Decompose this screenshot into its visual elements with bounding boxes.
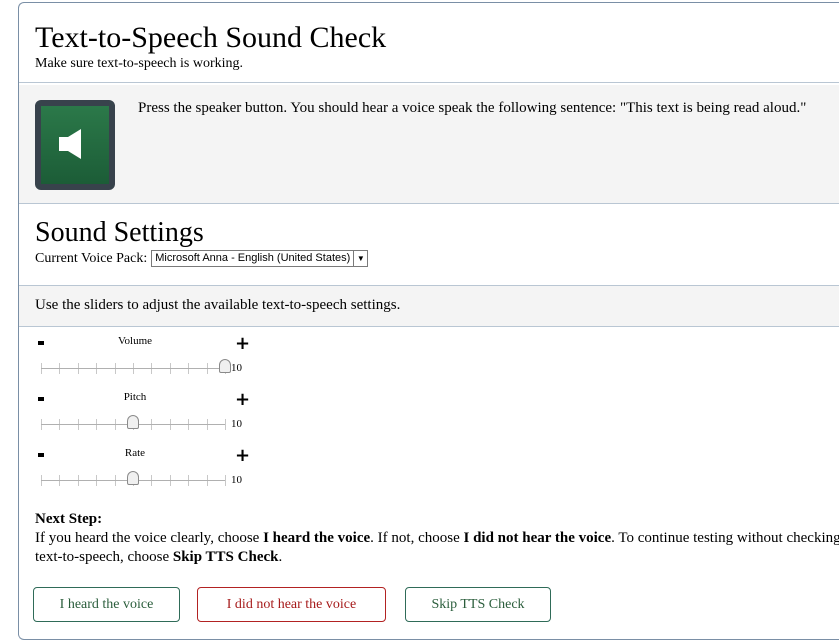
speaker-icon xyxy=(59,129,81,159)
volume-increase-button[interactable]: + xyxy=(235,335,250,353)
speaker-panel: Press the speaker button. You should hea… xyxy=(19,85,839,204)
pitch-slider-thumb[interactable] xyxy=(127,415,139,429)
volume-slider-track[interactable] xyxy=(41,368,225,369)
sound-check-panel: Text-to-Speech Sound Check Make sure tex… xyxy=(18,2,839,640)
next-step-section: Next Step: If you heard the voice clearl… xyxy=(35,510,839,567)
next-step-text-part: . xyxy=(278,549,283,565)
volume-value: 10 xyxy=(231,362,242,374)
voice-pack-value: Microsoft Anna - English (United States) xyxy=(155,252,351,264)
page-subtitle: Make sure text-to-speech is working. xyxy=(35,56,243,71)
slider-instructions: Use the sliders to adjust the available … xyxy=(35,297,401,313)
slider-instructions-band: Use the sliders to adjust the available … xyxy=(19,285,839,327)
next-step-not-heard-ref: I did not hear the voice xyxy=(463,530,612,546)
sound-settings-section: Sound Settings Current Voice Pack: Micro… xyxy=(35,217,369,267)
next-step-heading: Next Step: xyxy=(35,511,103,527)
pitch-slider-group: Pitch + 10 xyxy=(35,391,255,441)
heard-voice-button[interactable]: I heard the voice xyxy=(33,587,180,622)
slider-tick xyxy=(225,419,226,430)
page-title: Text-to-Speech Sound Check xyxy=(35,21,387,54)
pitch-increase-button[interactable]: + xyxy=(235,391,250,409)
next-step-heard-ref: I heard the voice xyxy=(263,530,371,546)
skip-tts-button[interactable]: Skip TTS Check xyxy=(405,587,551,622)
rate-label: Rate xyxy=(124,447,146,459)
not-heard-voice-button[interactable]: I did not hear the voice xyxy=(197,587,386,622)
speaker-instruction: Press the speaker button. You should hea… xyxy=(138,100,807,116)
rate-slider-thumb[interactable] xyxy=(127,471,139,485)
rate-slider-group: Rate + 10 xyxy=(35,447,255,497)
next-step-text: If you heard the voice clearly, choose I… xyxy=(35,529,839,567)
pitch-value: 10 xyxy=(231,418,242,430)
speaker-button[interactable] xyxy=(35,100,115,190)
next-step-text-part: . If not, choose xyxy=(370,530,464,546)
rate-increase-button[interactable]: + xyxy=(235,447,250,465)
page-header: Text-to-Speech Sound Check Make sure tex… xyxy=(19,3,839,83)
sound-settings-title: Sound Settings xyxy=(35,217,204,248)
voice-pack-row: Current Voice Pack: Microsoft Anna - Eng… xyxy=(35,250,369,267)
next-step-text-part: If you heard the voice clearly, choose xyxy=(35,530,264,546)
voice-pack-label: Current Voice Pack: xyxy=(35,250,148,266)
volume-slider-group: Volume + 10 xyxy=(35,335,255,385)
volume-slider-thumb[interactable] xyxy=(219,359,231,373)
rate-value: 10 xyxy=(231,474,242,486)
pitch-label: Pitch xyxy=(123,391,147,403)
slider-tick xyxy=(225,475,226,486)
chevron-down-icon[interactable]: ▼ xyxy=(353,251,367,266)
volume-label: Volume xyxy=(117,335,153,347)
next-step-skip-ref: Skip TTS Check xyxy=(172,549,279,565)
voice-pack-select[interactable]: Microsoft Anna - English (United States)… xyxy=(151,250,369,267)
